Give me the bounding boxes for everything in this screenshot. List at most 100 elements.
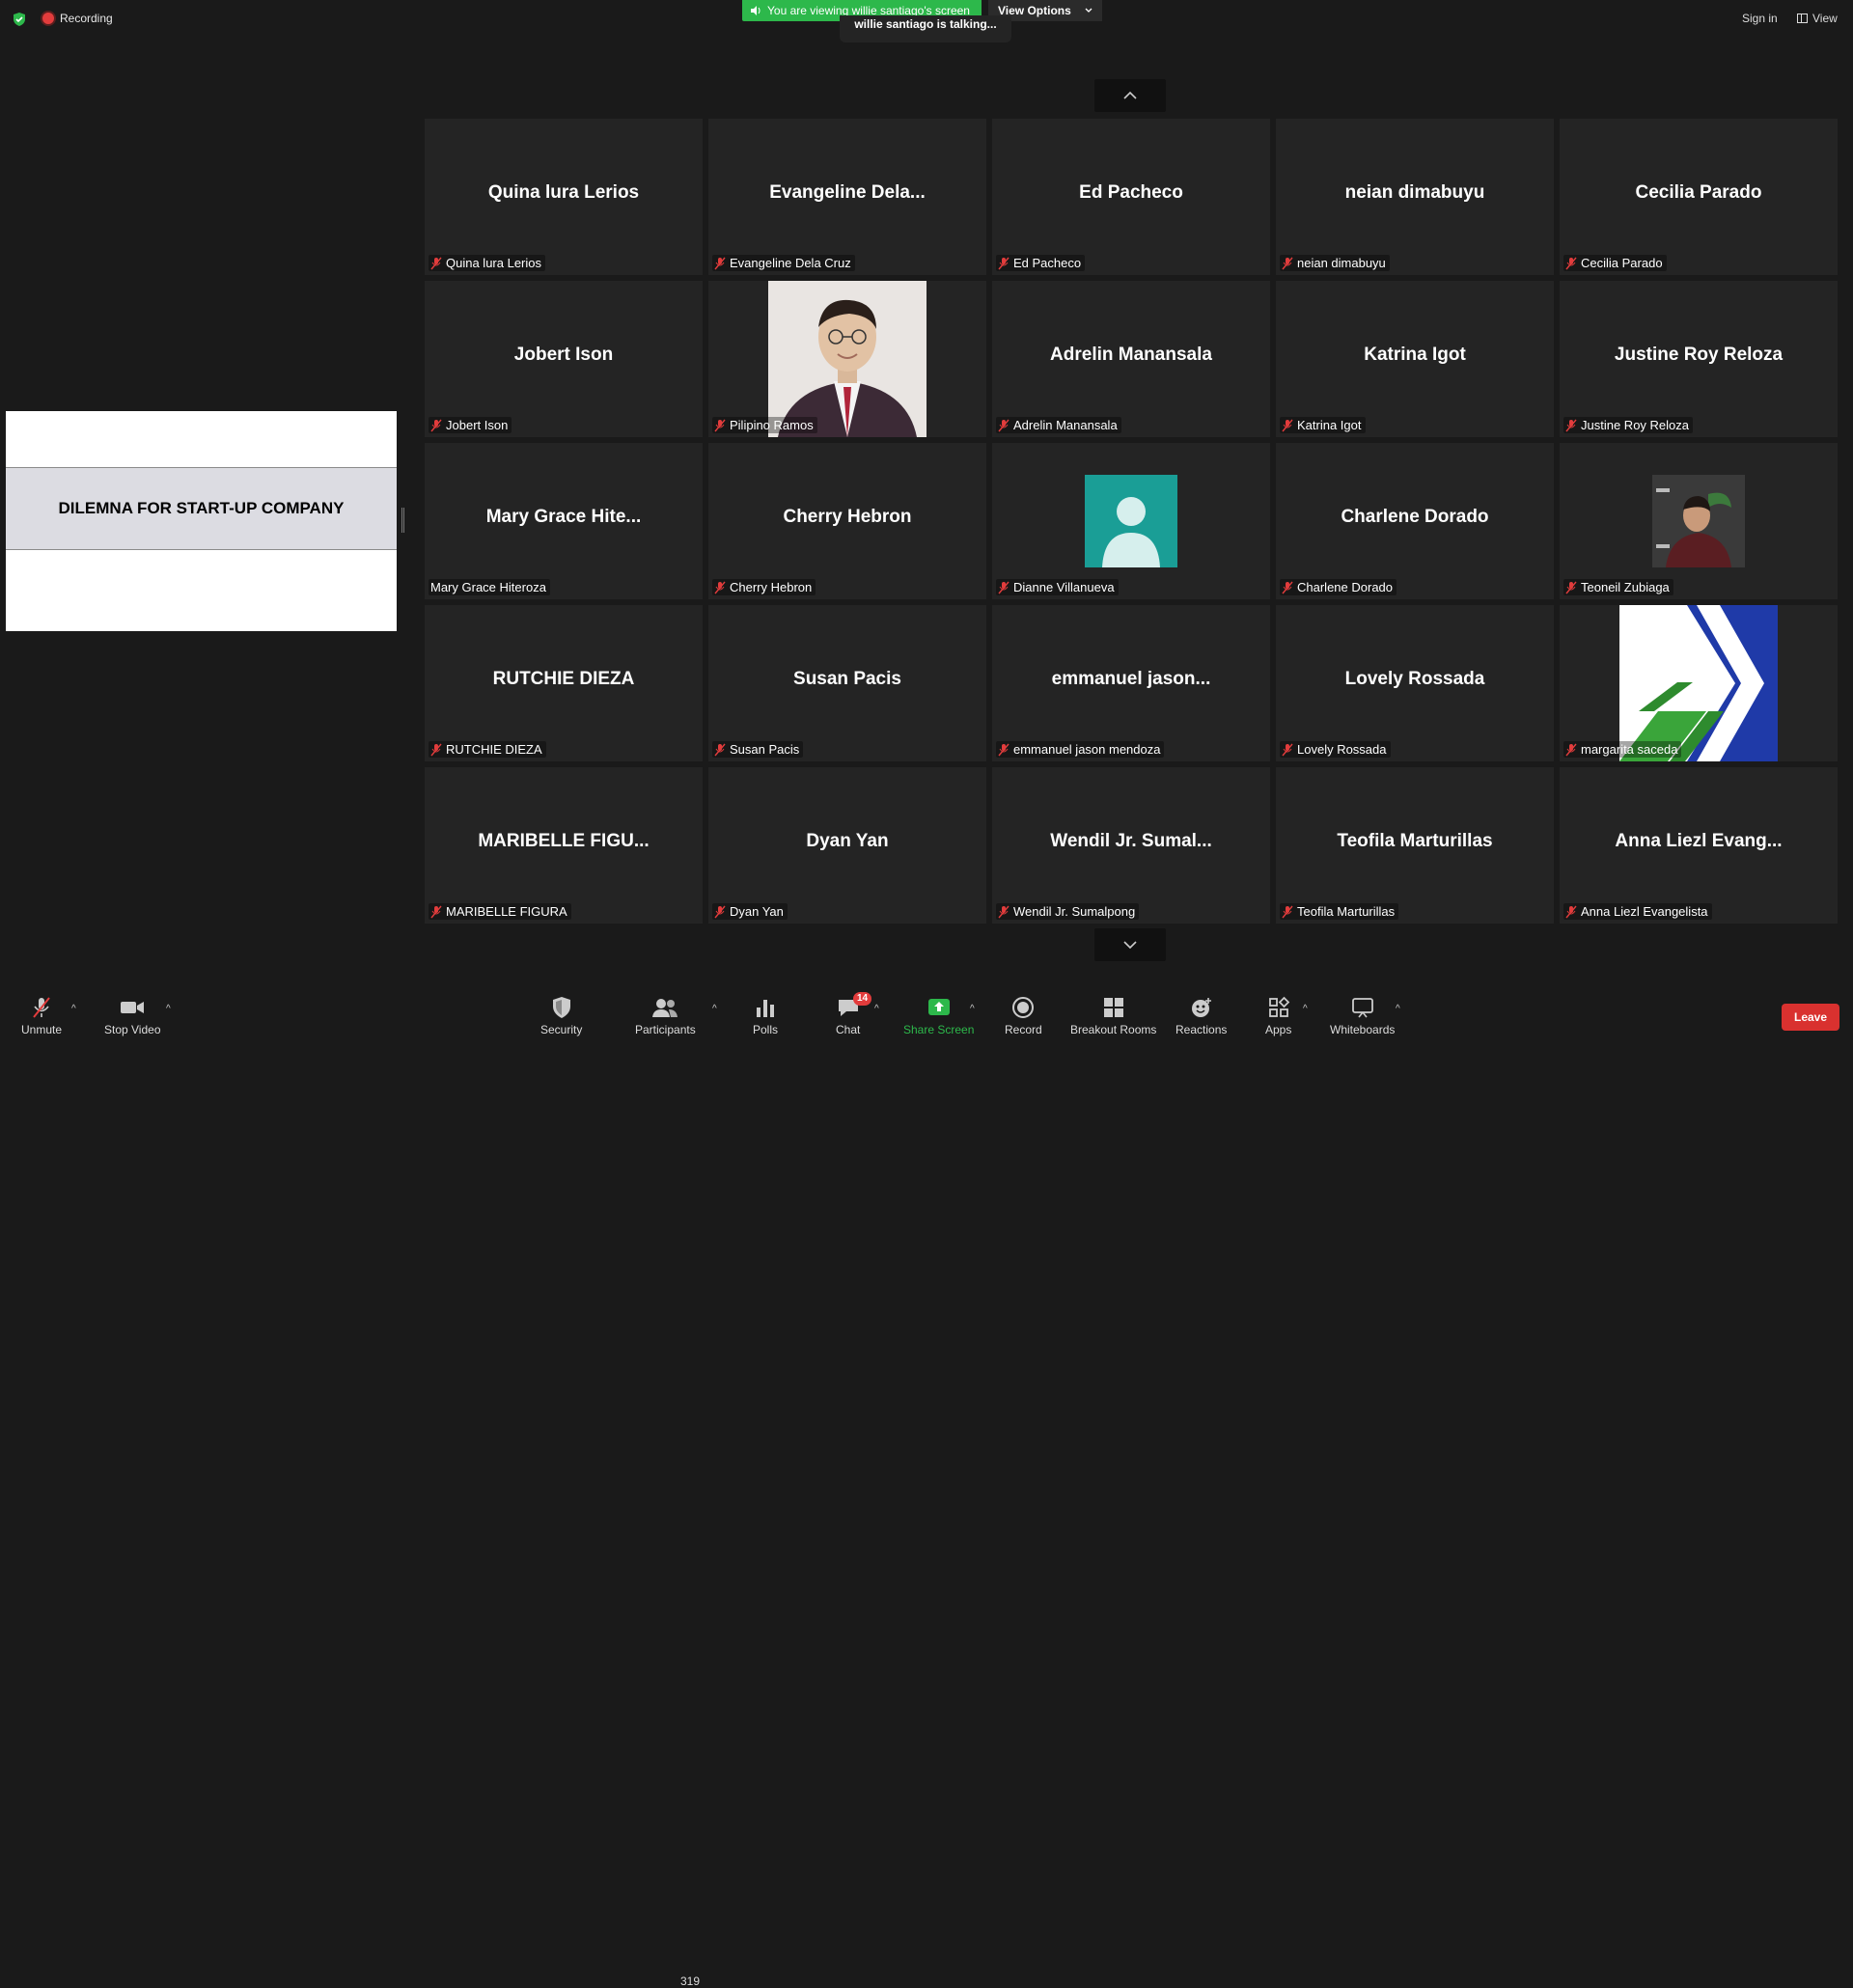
mic-muted-icon [430,905,442,918]
participant-tile[interactable]: Katrina Igot Katrina Igot [1276,281,1554,437]
record-button[interactable]: Record [1005,996,1042,1036]
participant-tile[interactable]: margarita saceda [1560,605,1838,761]
chat-caret-icon[interactable]: ^ [874,1004,879,1014]
participant-display-name: Anna Liezl Evang... [1615,831,1783,851]
participant-video-photo [768,281,926,437]
participant-tile[interactable]: RUTCHIE DIEZA RUTCHIE DIEZA [425,605,703,761]
participant-tile[interactable]: Cherry Hebron Cherry Hebron [708,443,986,599]
meeting-toolbar: Unmute ^ Stop Video ^ Security Participa… [0,977,1853,1988]
video-options-caret-icon[interactable]: ^ [166,1004,171,1014]
mic-muted-icon [1565,743,1577,756]
participant-tile[interactable]: Quina lura Lerios Quina lura Lerios [425,119,703,275]
participant-display-name: Quina lura Lerios [487,182,640,203]
participant-display-name: Katrina Igot [1364,345,1466,365]
participant-name-label: Ed Pacheco [996,255,1086,271]
unmute-button[interactable]: Unmute [21,996,62,1036]
participant-tile[interactable]: Teoneil Zubiaga [1560,443,1838,599]
mic-muted-icon [1565,419,1577,431]
breakout-rooms-button[interactable]: Breakout Rooms [1070,996,1156,1036]
apps-caret-icon[interactable]: ^ [1303,1004,1308,1014]
participant-tile[interactable]: Justine Roy Reloza Justine Roy Reloza [1560,281,1838,437]
mic-muted-icon [714,905,726,918]
page-down-button[interactable] [1094,928,1166,961]
mic-muted-icon [1282,419,1293,431]
mic-muted-icon [1565,581,1577,594]
participant-tile[interactable]: Anna Liezl Evang... Anna Liezl Evangelis… [1560,767,1838,924]
participant-name-label: Teofila Marturillas [1280,903,1399,920]
whiteboards-button[interactable]: Whiteboards [1330,996,1395,1036]
chevron-down-icon [1085,8,1092,13]
participant-display-name: Ed Pacheco [1079,182,1183,203]
encryption-shield-icon[interactable] [12,12,27,27]
participant-tile[interactable]: Cecilia Parado Cecilia Parado [1560,119,1838,275]
participant-tile[interactable]: MARIBELLE FIGU... MARIBELLE FIGURA [425,767,703,924]
participant-name-label: Charlene Dorado [1280,579,1397,595]
participants-caret-icon[interactable]: ^ [712,1004,717,1014]
mic-muted-icon [430,743,442,756]
leave-button[interactable]: Leave [1782,1004,1839,1031]
security-label: Security [540,1023,583,1036]
recording-dot-icon [42,13,54,24]
participant-tile[interactable]: Teofila Marturillas Teofila Marturillas [1276,767,1554,924]
security-button[interactable]: Security [540,996,582,1036]
mic-muted-icon [1282,905,1293,918]
slide-title: DILEMNA FOR START-UP COMPANY [58,499,345,517]
participant-tile[interactable]: Wendil Jr. Sumal... Wendil Jr. Sumalpong [992,767,1270,924]
polls-button[interactable]: Polls [753,996,778,1036]
participant-tile[interactable]: neian dimabuyu neian dimabuyu [1276,119,1554,275]
participant-display-name: MARIBELLE FIGU... [478,831,650,851]
apps-button[interactable]: Apps [1265,996,1291,1036]
participant-tile[interactable]: Pilipino Ramos [708,281,986,437]
participant-display-name: RUTCHIE DIEZA [492,669,635,689]
mic-muted-icon [998,257,1009,269]
mic-muted-icon [1282,743,1293,756]
page-up-button[interactable] [1094,79,1166,112]
participant-tile[interactable]: Dyan Yan Dyan Yan [708,767,986,924]
participant-tile[interactable]: Ed Pacheco Ed Pacheco [992,119,1270,275]
participant-name-label: Jobert Ison [429,417,512,433]
panel-splitter-handle[interactable] [401,508,404,533]
participant-name-label: Dyan Yan [712,903,788,920]
participant-profile-photo [1652,475,1745,567]
participant-display-name: Cecilia Parado [1635,182,1762,203]
view-button[interactable]: View [1797,12,1838,25]
participant-tile[interactable]: Charlene Dorado Charlene Dorado [1276,443,1554,599]
record-label: Record [1005,1023,1042,1036]
participant-tile[interactable]: Adrelin Manansala Adrelin Manansala [992,281,1270,437]
participant-display-name: Charlene Dorado [1341,507,1489,527]
slide-title-band: DILEMNA FOR START-UP COMPANY [6,467,397,550]
share-screen-button[interactable]: Share Screen [903,996,974,1036]
recording-indicator[interactable]: Recording [42,12,113,25]
audio-options-caret-icon[interactable]: ^ [71,1004,76,1014]
participants-label: Participants [635,1023,696,1036]
participant-display-name: Cherry Hebron [783,507,912,527]
participants-button[interactable]: Participants [635,996,696,1036]
participant-name-label: Wendil Jr. Sumalpong [996,903,1140,920]
participant-display-name: neian dimabuyu [1344,182,1485,203]
participant-tile[interactable]: Lovely Rossada Lovely Rossada [1276,605,1554,761]
participant-tile[interactable]: Susan Pacis Susan Pacis [708,605,986,761]
participant-tile[interactable]: emmanuel jason... emmanuel jason mendoza [992,605,1270,761]
whiteboards-caret-icon[interactable]: ^ [1396,1004,1400,1014]
reactions-label: Reactions [1175,1023,1228,1036]
participant-name-label: RUTCHIE DIEZA [429,741,546,758]
participant-logo-image [1619,605,1778,761]
chat-label: Chat [836,1023,861,1036]
participant-display-name: Dyan Yan [806,831,889,851]
stop-video-button[interactable]: Stop Video [104,996,161,1036]
participant-tile[interactable]: Mary Grace Hite... Mary Grace Hiteroza [425,443,703,599]
participant-display-name: Teofila Marturillas [1337,831,1493,851]
participant-tile[interactable]: Evangeline Dela... Evangeline Dela Cruz [708,119,986,275]
share-screen-caret-icon[interactable]: ^ [970,1004,975,1014]
mic-muted-icon [33,997,50,1018]
participant-display-name: Evangeline Dela... [769,182,926,203]
participant-name-label: MARIBELLE FIGURA [429,903,571,920]
reactions-button[interactable]: Reactions [1175,996,1227,1036]
shared-screen: DILEMNA FOR START-UP COMPANY [6,411,397,631]
whiteboard-icon [1351,998,1373,1018]
participant-tile[interactable]: Jobert Ison Jobert Ison [425,281,703,437]
sign-in-link[interactable]: Sign in [1742,12,1778,25]
participant-name-label: Evangeline Dela Cruz [712,255,855,271]
participant-display-name: emmanuel jason... [1051,669,1211,689]
participant-tile[interactable]: Dianne Villanueva [992,443,1270,599]
